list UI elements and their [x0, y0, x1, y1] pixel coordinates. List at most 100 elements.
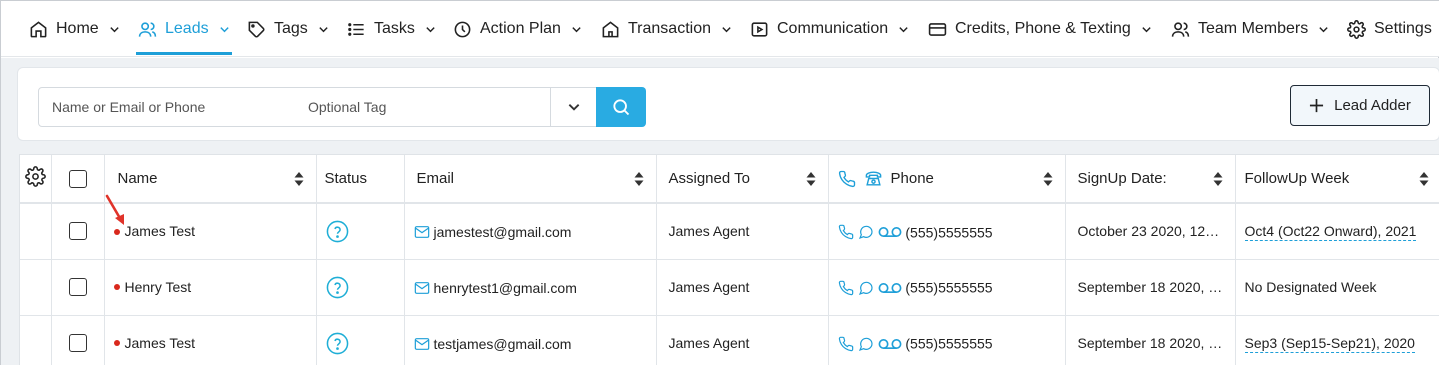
- nav-tags[interactable]: Tags: [247, 1, 329, 57]
- header-email[interactable]: Email: [404, 155, 657, 204]
- chevron-down-icon: [1142, 26, 1151, 32]
- status-cell: [316, 315, 405, 365]
- name-email-phone-input[interactable]: Name or Email or Phone: [38, 87, 296, 127]
- mail-icon[interactable]: [414, 224, 430, 240]
- nav-transaction-label: Transaction: [628, 20, 711, 37]
- row-select-cell: [51, 315, 105, 365]
- video-icon: [751, 21, 768, 37]
- sort-icon: [634, 171, 643, 186]
- lead-name[interactable]: James Test: [125, 223, 196, 239]
- followup-week-link[interactable]: Sep3 (Sep15-Sep21), 2020: [1244, 335, 1415, 353]
- column-settings[interactable]: [20, 155, 52, 204]
- nav-action-plan[interactable]: Action Plan: [453, 1, 582, 57]
- email-cell: henrytest1@gmail.com: [404, 259, 657, 316]
- header-status: Status: [316, 155, 405, 204]
- chevron-down-icon: [568, 104, 579, 111]
- phone-icon[interactable]: [838, 224, 854, 240]
- question-circle-icon[interactable]: [326, 276, 349, 299]
- name-email-phone-placeholder: Name or Email or Phone: [52, 99, 206, 115]
- row-select-cell: [51, 259, 105, 316]
- lead-email: jamestest@gmail.com: [433, 223, 572, 240]
- nav-communication[interactable]: Communication: [750, 1, 909, 57]
- header-signup-label: SignUp Date:: [1077, 170, 1167, 187]
- mail-icon[interactable]: [414, 280, 430, 296]
- gear-icon[interactable]: [24, 166, 46, 187]
- lead-name[interactable]: Henry Test: [125, 279, 192, 295]
- phone-icon[interactable]: [838, 280, 854, 296]
- voicemail-icon[interactable]: [878, 225, 902, 239]
- nav-transaction[interactable]: Transaction: [601, 1, 732, 57]
- table-row[interactable]: James Test testjames@gmail.com James Age…: [20, 315, 1439, 365]
- lead-name[interactable]: James Test: [125, 335, 196, 351]
- nav-communication-label: Communication: [777, 20, 889, 37]
- mail-icon[interactable]: [414, 336, 430, 352]
- header-phone[interactable]: Phone: [828, 155, 1066, 204]
- plus-icon: [1310, 98, 1324, 113]
- lead-phone: (555)5555555: [905, 279, 993, 296]
- question-circle-icon[interactable]: [326, 220, 349, 243]
- followup-week-link[interactable]: Oct4 (Oct22 Onward), 2021: [1244, 223, 1417, 242]
- signup-date: September 18 2020, 1:...: [1077, 335, 1232, 351]
- nav-settings[interactable]: Settings: [1347, 1, 1432, 57]
- chevron-down-icon: [426, 26, 435, 32]
- lead-name-cell: Henry Test: [104, 259, 317, 316]
- chevron-down-icon: [899, 26, 908, 32]
- house-icon: [602, 20, 619, 37]
- header-email-label: Email: [416, 170, 455, 187]
- header-signup-date[interactable]: SignUp Date:: [1065, 155, 1236, 204]
- lead-email: testjames@gmail.com: [433, 335, 572, 352]
- content-area: Name or Email or Phone Optional Tag Lead…: [1, 58, 1439, 365]
- row-spacer-cell: [20, 315, 52, 365]
- header-name[interactable]: Name: [104, 155, 317, 204]
- phone-cell: (555)5555555: [828, 203, 1066, 260]
- header-assigned-to[interactable]: Assigned To: [656, 155, 829, 204]
- lead-adder-button[interactable]: Lead Adder: [1290, 85, 1430, 126]
- landline-phone-icon: [865, 171, 881, 186]
- nav-action-plan-label: Action Plan: [480, 20, 561, 37]
- nav-tasks[interactable]: Tasks: [347, 1, 436, 57]
- home-icon: [30, 20, 47, 37]
- phone-cell: (555)5555555: [828, 315, 1066, 365]
- row-checkbox[interactable]: [68, 278, 87, 297]
- phone-cell: (555)5555555: [828, 259, 1066, 316]
- assigned-agent: James Agent: [668, 223, 750, 240]
- nav-leads[interactable]: Leads: [136, 1, 232, 57]
- lead-adder-label: Lead Adder: [1334, 97, 1411, 114]
- followup-cell: No Designated Week: [1235, 259, 1439, 316]
- table-row[interactable]: James Test jamestest@gmail.com James Age…: [20, 203, 1439, 260]
- lead-name-cell: James Test: [104, 315, 317, 365]
- optional-tag-input[interactable]: Optional Tag: [295, 87, 551, 127]
- header-status-label: Status: [324, 170, 368, 187]
- chevron-down-icon: [572, 26, 581, 32]
- voicemail-icon[interactable]: [878, 337, 902, 351]
- nav-home[interactable]: Home: [29, 1, 120, 57]
- chat-bubble-icon[interactable]: [858, 224, 874, 240]
- signup-cell: September 18 2020, 1:...: [1065, 259, 1236, 316]
- search-panel: Name or Email or Phone Optional Tag Lead…: [17, 67, 1439, 141]
- voicemail-icon[interactable]: [878, 281, 902, 295]
- sort-icon: [1213, 171, 1222, 186]
- nav-team-members[interactable]: Team Members: [1171, 1, 1329, 57]
- lead-name-cell: James Test: [104, 203, 317, 260]
- row-checkbox[interactable]: [68, 222, 87, 241]
- nav-settings-label: Settings: [1374, 20, 1432, 37]
- list-icon: [348, 22, 364, 36]
- status-cell: [316, 259, 405, 316]
- chat-bubble-icon[interactable]: [858, 280, 874, 296]
- chat-bubble-icon[interactable]: [858, 336, 874, 352]
- search-button[interactable]: [596, 87, 646, 127]
- leads-table: Name Status Email Assigned To Phone Sign…: [19, 154, 1439, 365]
- tag-dropdown-toggle[interactable]: [550, 87, 597, 127]
- phone-icon[interactable]: [838, 336, 854, 352]
- select-all-checkbox[interactable]: [68, 169, 87, 188]
- table-row[interactable]: Henry Test henrytest1@gmail.com James Ag…: [20, 259, 1439, 316]
- row-checkbox[interactable]: [68, 334, 87, 353]
- assigned-cell: James Agent: [656, 259, 829, 316]
- users-icon: [138, 21, 157, 37]
- nav-credits[interactable]: Credits, Phone & Texting: [928, 1, 1152, 57]
- header-name-label: Name: [117, 170, 158, 187]
- question-circle-icon[interactable]: [326, 332, 349, 355]
- header-followup-week[interactable]: FollowUp Week: [1235, 155, 1439, 204]
- followup-week-text: No Designated Week: [1244, 279, 1377, 295]
- signup-cell: September 18 2020, 1:...: [1065, 315, 1236, 365]
